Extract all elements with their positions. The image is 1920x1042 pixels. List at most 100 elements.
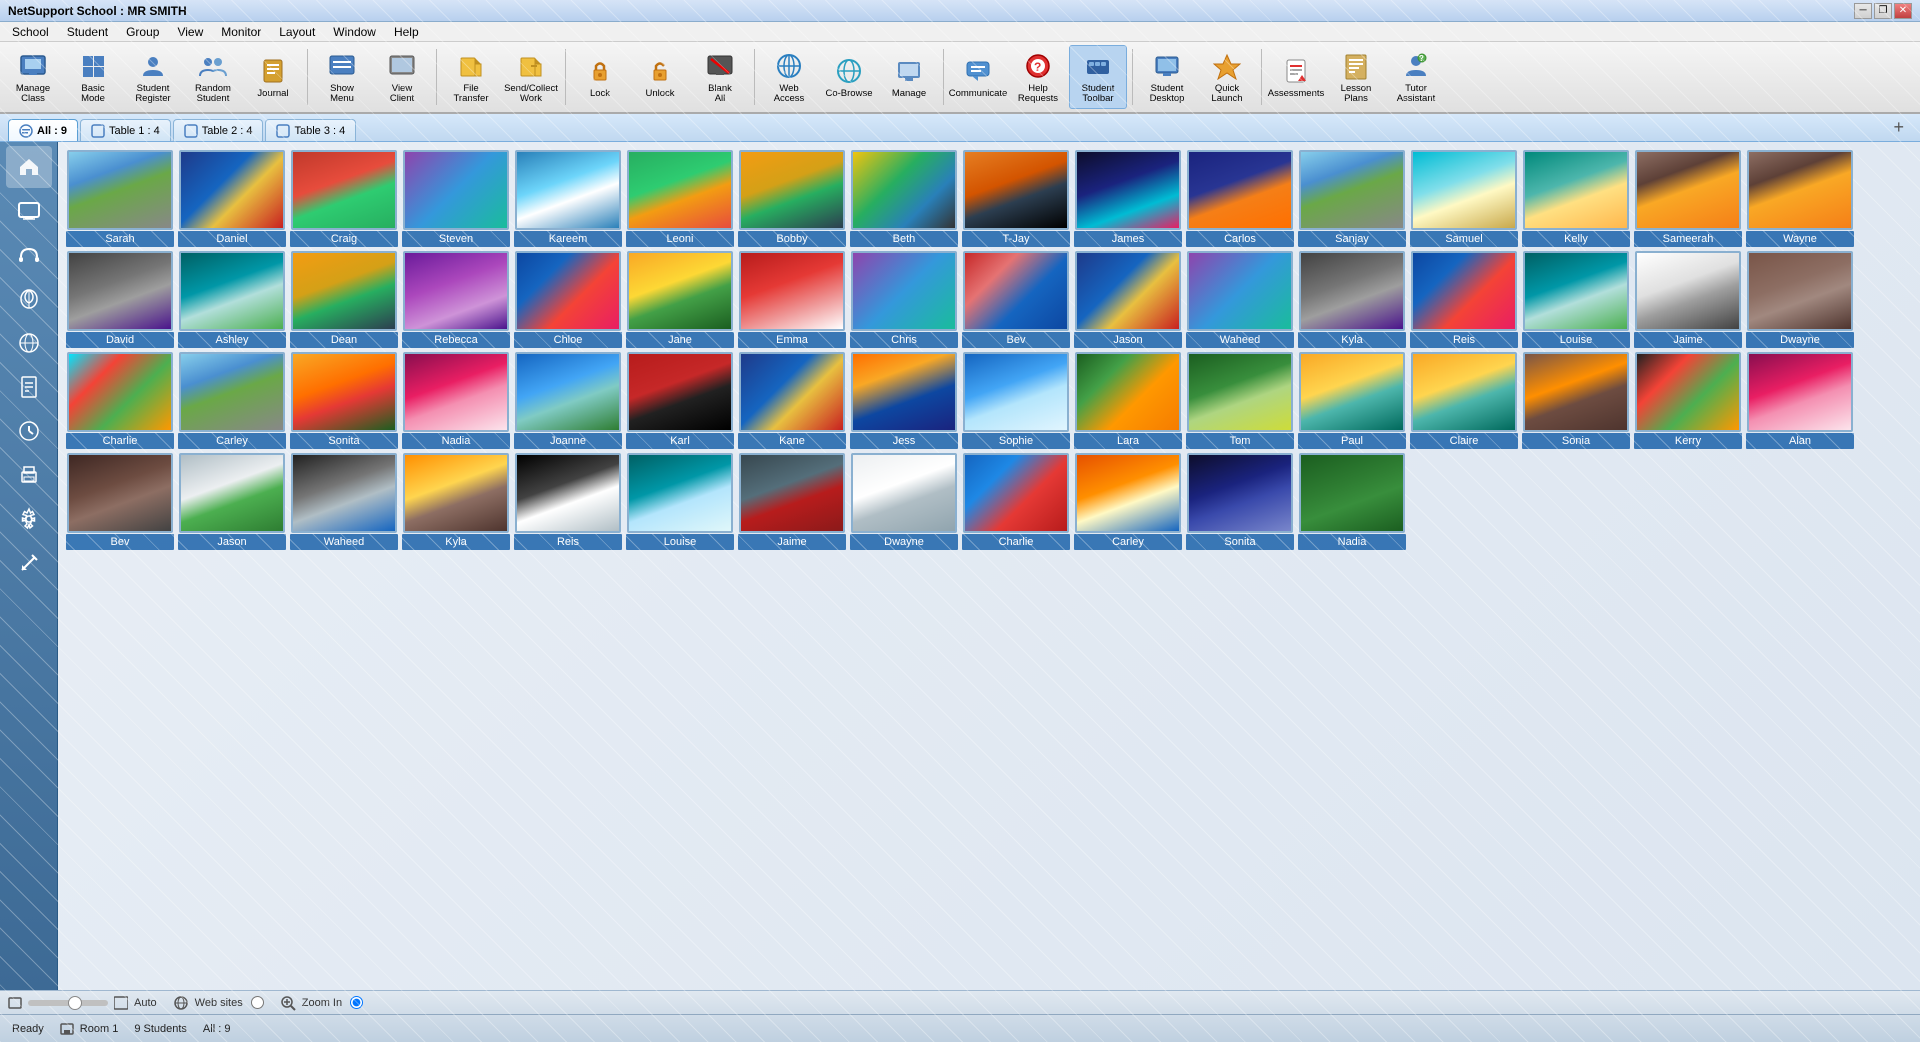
sidebar-item-clock[interactable] <box>6 410 52 452</box>
student-card-jaime2[interactable]: Jaime <box>738 453 846 550</box>
menu-monitor[interactable]: Monitor <box>213 23 269 41</box>
quick-launch-button[interactable]: QuickLaunch <box>1198 45 1256 109</box>
student-card-louise2[interactable]: Louise <box>626 453 734 550</box>
student-card-bev2[interactable]: Bev <box>66 453 174 550</box>
student-card-chris[interactable]: Chris <box>850 251 958 348</box>
sidebar-item-pen[interactable] <box>6 542 52 584</box>
student-card-kerry[interactable]: Kerry <box>1634 352 1742 449</box>
student-toolbar-button[interactable]: StudentToolbar <box>1069 45 1127 109</box>
student-card-kelly[interactable]: Kelly <box>1522 150 1630 247</box>
communicate-button[interactable]: Communicate <box>949 45 1007 109</box>
send-collect-button[interactable]: Send/CollectWork <box>502 45 560 109</box>
student-card-craig[interactable]: Craig <box>290 150 398 247</box>
student-card-kyla[interactable]: Kyla <box>1298 251 1406 348</box>
student-card-jason[interactable]: Jason <box>1074 251 1182 348</box>
student-card-nadia[interactable]: Nadia <box>402 352 510 449</box>
show-menu-button[interactable]: ShowMenu <box>313 45 371 109</box>
random-student-button[interactable]: RandomStudent <box>184 45 242 109</box>
menu-layout[interactable]: Layout <box>271 23 323 41</box>
student-card-carlos[interactable]: Carlos <box>1186 150 1294 247</box>
sidebar-item-monitor[interactable] <box>6 190 52 232</box>
menu-window[interactable]: Window <box>325 23 384 41</box>
student-card-sophie[interactable]: Sophie <box>962 352 1070 449</box>
student-card-karl[interactable]: Karl <box>626 352 734 449</box>
student-card-paul[interactable]: Paul <box>1298 352 1406 449</box>
student-card-alan[interactable]: Alan <box>1746 352 1854 449</box>
basic-mode-button[interactable]: BasicMode <box>64 45 122 109</box>
student-card-dwayne2[interactable]: Dwayne <box>850 453 958 550</box>
co-browse-button[interactable]: Co-Browse <box>820 45 878 109</box>
student-card-kyla2[interactable]: Kyla <box>402 453 510 550</box>
lesson-plans-button[interactable]: LessonPlans <box>1327 45 1385 109</box>
web-access-button[interactable]: WebAccess <box>760 45 818 109</box>
student-card-lara[interactable]: Lara <box>1074 352 1182 449</box>
sidebar-item-document[interactable] <box>6 366 52 408</box>
student-card-kane[interactable]: Kane <box>738 352 846 449</box>
assessments-button[interactable]: Assessments <box>1267 45 1325 109</box>
tab-table1[interactable]: Table 1 : 4 <box>80 119 171 141</box>
student-card-claire[interactable]: Claire <box>1410 352 1518 449</box>
student-card-david[interactable]: David <box>66 251 174 348</box>
student-card-bev[interactable]: Bev <box>962 251 1070 348</box>
student-card-beth[interactable]: Beth <box>850 150 958 247</box>
student-card-louise[interactable]: Louise <box>1522 251 1630 348</box>
student-register-button[interactable]: StudentRegister <box>124 45 182 109</box>
student-card-rebecca[interactable]: Rebecca <box>402 251 510 348</box>
student-card-dean[interactable]: Dean <box>290 251 398 348</box>
close-button[interactable]: ✕ <box>1894 3 1912 19</box>
student-desktop-button[interactable]: StudentDesktop <box>1138 45 1196 109</box>
unlock-button[interactable]: Unlock <box>631 45 689 109</box>
student-card-bobby[interactable]: Bobby <box>738 150 846 247</box>
student-card-reis2[interactable]: Reis <box>514 453 622 550</box>
student-card-sonia[interactable]: Sonia <box>1522 352 1630 449</box>
student-card-tjay[interactable]: T-Jay <box>962 150 1070 247</box>
student-card-wayne[interactable]: Wayne <box>1746 150 1854 247</box>
menu-school[interactable]: School <box>4 23 57 41</box>
zoom-slider-thumb[interactable] <box>68 996 82 1010</box>
sidebar-item-brain[interactable] <box>6 278 52 320</box>
zoom-slider[interactable] <box>28 1000 108 1006</box>
student-card-leoni[interactable]: Leoni <box>626 150 734 247</box>
view-client-button[interactable]: ViewClient <box>373 45 431 109</box>
student-card-carley2[interactable]: Carley <box>1074 453 1182 550</box>
manage-class-button[interactable]: ManageClass <box>4 45 62 109</box>
manage-button[interactable]: Manage <box>880 45 938 109</box>
tutor-assistant-button[interactable]: ? TutorAssistant <box>1387 45 1445 109</box>
blank-all-button[interactable]: BlankAll <box>691 45 749 109</box>
student-card-reis[interactable]: Reis <box>1410 251 1518 348</box>
student-card-chloe[interactable]: Chloe <box>514 251 622 348</box>
student-card-waheed[interactable]: Waheed <box>1186 251 1294 348</box>
sidebar-item-globe[interactable] <box>6 322 52 364</box>
sidebar-item-print[interactable] <box>6 454 52 496</box>
menu-view[interactable]: View <box>169 23 211 41</box>
student-card-daniel[interactable]: Daniel <box>178 150 286 247</box>
student-card-jason2[interactable]: Jason <box>178 453 286 550</box>
student-card-sameerah[interactable]: Sameerah <box>1634 150 1742 247</box>
sidebar-item-home[interactable] <box>6 146 52 188</box>
journal-button[interactable]: Journal <box>244 45 302 109</box>
tab-table2[interactable]: Table 2 : 4 <box>173 119 264 141</box>
student-card-charlie2[interactable]: Charlie <box>962 453 1070 550</box>
menu-help[interactable]: Help <box>386 23 427 41</box>
student-card-carley[interactable]: Carley <box>178 352 286 449</box>
restore-button[interactable]: ❐ <box>1874 3 1892 19</box>
student-card-sanjay[interactable]: Sanjay <box>1298 150 1406 247</box>
student-card-sonita[interactable]: Sonita <box>290 352 398 449</box>
student-card-tom[interactable]: Tom <box>1186 352 1294 449</box>
minimize-button[interactable]: ─ <box>1854 3 1872 19</box>
student-card-jaime[interactable]: Jaime <box>1634 251 1742 348</box>
student-card-nadia2[interactable]: Nadia <box>1298 453 1406 550</box>
student-card-joanne[interactable]: Joanne <box>514 352 622 449</box>
lock-button[interactable]: Lock <box>571 45 629 109</box>
menu-student[interactable]: Student <box>59 23 116 41</box>
sidebar-item-gear[interactable] <box>6 498 52 540</box>
student-card-kareem[interactable]: Kareem <box>514 150 622 247</box>
websites-radio[interactable] <box>251 996 264 1009</box>
student-card-sarah[interactable]: Sarah <box>66 150 174 247</box>
student-card-jess[interactable]: Jess <box>850 352 958 449</box>
help-requests-button[interactable]: ? HelpRequests <box>1009 45 1067 109</box>
student-card-steven[interactable]: Steven <box>402 150 510 247</box>
file-transfer-button[interactable]: FileTransfer <box>442 45 500 109</box>
tab-table3[interactable]: Table 3 : 4 <box>265 119 356 141</box>
add-tab-button[interactable]: + <box>1885 113 1912 141</box>
